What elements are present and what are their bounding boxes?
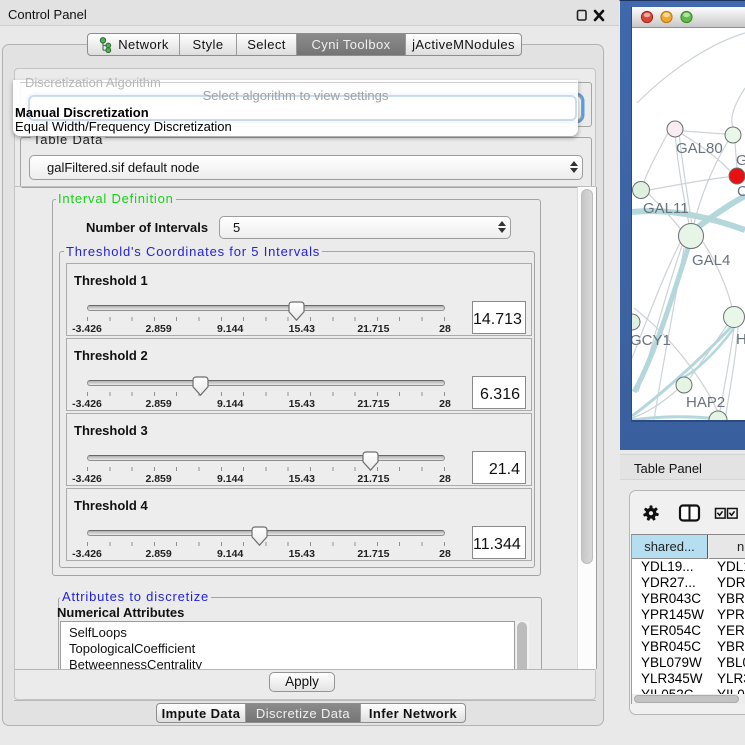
svg-text:GA: GA — [736, 152, 745, 169]
svg-text:GAL4: GAL4 — [692, 252, 730, 269]
svg-text:GCY1: GCY1 — [632, 332, 671, 349]
svg-text:H: H — [736, 331, 745, 348]
svg-text:C: C — [737, 183, 745, 200]
svg-text:HAP2: HAP2 — [686, 394, 725, 411]
svg-text:GAL80: GAL80 — [676, 140, 723, 157]
svg-text:GAL11: GAL11 — [643, 200, 689, 217]
